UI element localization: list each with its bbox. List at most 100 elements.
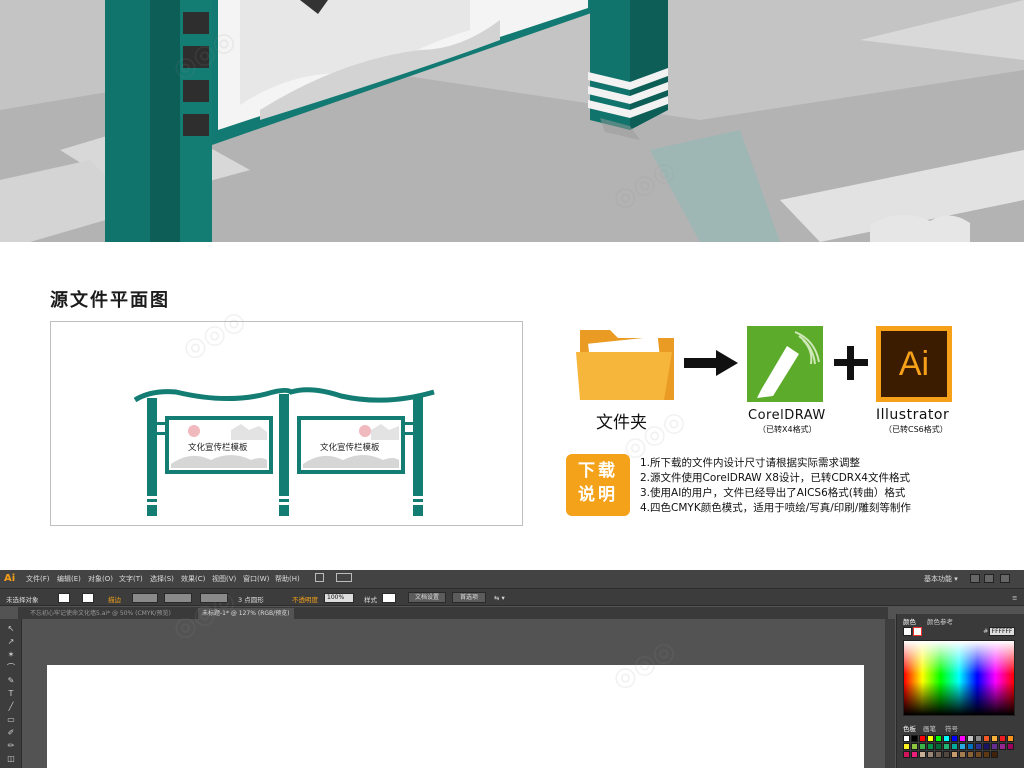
color-swatch[interactable] <box>967 743 974 750</box>
menu-type[interactable]: 文字(T) <box>119 574 143 584</box>
color-swatch[interactable] <box>967 751 974 758</box>
blob-brush-tool-icon[interactable]: ◫ <box>5 753 17 764</box>
color-swatch[interactable] <box>927 743 934 750</box>
color-swatch[interactable] <box>943 735 950 742</box>
hex-color-input[interactable]: FFFFFF <box>989 627 1015 636</box>
color-swatch[interactable] <box>991 751 998 758</box>
color-swatch[interactable] <box>903 751 910 758</box>
menu-edit[interactable]: 编辑(E) <box>57 574 81 584</box>
color-swatch[interactable] <box>903 743 910 750</box>
selection-tool-icon[interactable]: ↖ <box>5 623 17 634</box>
color-swatch[interactable] <box>919 735 926 742</box>
variable-width-field[interactable] <box>164 593 192 603</box>
color-swatch[interactable] <box>959 735 966 742</box>
folder-icon <box>576 330 674 400</box>
color-swatch[interactable] <box>975 735 982 742</box>
color-swatch[interactable] <box>967 735 974 742</box>
pencil-tool-icon[interactable]: ✏ <box>5 740 17 751</box>
magic-wand-tool-icon[interactable]: ✶ <box>5 649 17 660</box>
color-swatch[interactable] <box>927 735 934 742</box>
workspace-switcher[interactable]: 基本功能 ▾ <box>924 574 958 584</box>
vertical-scrollbar[interactable] <box>885 619 895 768</box>
lasso-tool-icon[interactable]: ⌒ <box>5 662 17 673</box>
color-swatch[interactable] <box>935 735 942 742</box>
bridge-icon[interactable] <box>315 573 324 582</box>
color-swatch[interactable] <box>999 743 1006 750</box>
stroke-label[interactable]: 描边 <box>108 594 121 604</box>
color-swatch[interactable] <box>1007 735 1014 742</box>
stroke-weight-field[interactable] <box>132 593 158 603</box>
menu-effect[interactable]: 效果(C) <box>181 574 205 584</box>
color-swatch[interactable] <box>943 743 950 750</box>
color-spectrum[interactable] <box>903 640 1015 716</box>
control-bar: 未选择对象 描边 3 点圆形 不透明度 100% 样式 文档设置 首选项 ⇆ ▾… <box>0 588 1024 606</box>
menu-file[interactable]: 文件(F) <box>26 574 50 584</box>
document-setup-button[interactable]: 文档设置 <box>408 592 446 603</box>
align-menu-icon[interactable]: ⇆ ▾ <box>494 594 505 602</box>
note-line: 1.所下载的文件内设计尺寸请根据实际需求调整 <box>640 457 861 469</box>
menu-view[interactable]: 视图(V) <box>212 574 236 584</box>
menu-object[interactable]: 对象(O) <box>88 574 113 584</box>
opacity-label[interactable]: 不透明度 <box>292 594 318 604</box>
style-swatch[interactable] <box>382 593 396 603</box>
color-swatch[interactable] <box>935 743 942 750</box>
color-swatch[interactable] <box>975 751 982 758</box>
panel-menu-icon[interactable]: ≡ <box>1012 594 1017 602</box>
color-swatch[interactable] <box>983 735 990 742</box>
fill-swatch[interactable] <box>58 593 70 603</box>
plus-icon <box>834 346 868 380</box>
tab-swatches[interactable]: 色板 <box>903 723 916 733</box>
color-swatch[interactable] <box>919 751 926 758</box>
color-swatch[interactable] <box>1007 743 1014 750</box>
paintbrush-tool-icon[interactable]: ✐ <box>5 727 17 738</box>
artboard[interactable] <box>47 665 864 768</box>
menu-select[interactable]: 选择(S) <box>150 574 174 584</box>
note-line: 2.源文件使用CorelDRAW X8设计，已转CDRX4文件格式 <box>640 472 910 484</box>
color-swatch[interactable] <box>919 743 926 750</box>
tab-document-2[interactable]: 未标题-1* @ 127% (RGB/预览) <box>198 608 294 619</box>
close-icon[interactable] <box>1000 574 1010 583</box>
color-swatch[interactable] <box>943 751 950 758</box>
color-swatch[interactable] <box>951 735 958 742</box>
arrange-documents-icon[interactable] <box>336 573 352 582</box>
color-swatch[interactable] <box>991 743 998 750</box>
color-swatch[interactable] <box>951 743 958 750</box>
pen-tool-icon[interactable]: ✎ <box>5 675 17 686</box>
tab-document-1[interactable]: 不忘初心牢记使命文化墙5.ai* @ 50% (CMYK/预览) <box>26 608 175 619</box>
minimize-icon[interactable] <box>970 574 980 583</box>
color-swatch[interactable] <box>983 743 990 750</box>
color-swatch[interactable] <box>991 735 998 742</box>
tab-color-guide[interactable]: 颜色参考 <box>927 616 953 626</box>
note-line: 4.四色CMYK颜色模式，适用于喷绘/写真/印刷/雕刻等制作 <box>640 502 911 514</box>
maximize-icon[interactable] <box>984 574 994 583</box>
tab-color[interactable]: 颜色 <box>903 616 916 626</box>
fill-color-icon[interactable] <box>903 627 912 636</box>
color-swatch[interactable] <box>935 751 942 758</box>
brush-field[interactable] <box>200 593 228 603</box>
hero-render-image <box>0 0 1024 242</box>
color-swatch[interactable] <box>999 735 1006 742</box>
direct-selection-tool-icon[interactable]: ↗ <box>5 636 17 647</box>
color-swatch[interactable] <box>927 751 934 758</box>
color-swatch[interactable] <box>951 751 958 758</box>
type-tool-icon[interactable]: T <box>5 688 17 699</box>
line-tool-icon[interactable]: ╱ <box>5 701 17 712</box>
none-color-icon[interactable] <box>913 627 922 636</box>
color-swatch[interactable] <box>911 743 918 750</box>
menu-help[interactable]: 帮助(H) <box>275 574 300 584</box>
preferences-button[interactable]: 首选项 <box>452 592 486 603</box>
color-swatch[interactable] <box>983 751 990 758</box>
color-swatch[interactable] <box>903 735 910 742</box>
color-swatch[interactable] <box>911 735 918 742</box>
stroke-swatch[interactable] <box>82 593 94 603</box>
opacity-field[interactable]: 100% <box>324 593 354 603</box>
tab-symbols[interactable]: 符号 <box>945 723 958 733</box>
brush-points-label[interactable]: 3 点圆形 <box>238 594 264 604</box>
color-swatch[interactable] <box>975 743 982 750</box>
color-swatch[interactable] <box>959 743 966 750</box>
menu-window[interactable]: 窗口(W) <box>243 574 269 584</box>
tab-brushes[interactable]: 画笔 <box>923 723 936 733</box>
color-swatch[interactable] <box>911 751 918 758</box>
rectangle-tool-icon[interactable]: ▭ <box>5 714 17 725</box>
color-swatch[interactable] <box>959 751 966 758</box>
